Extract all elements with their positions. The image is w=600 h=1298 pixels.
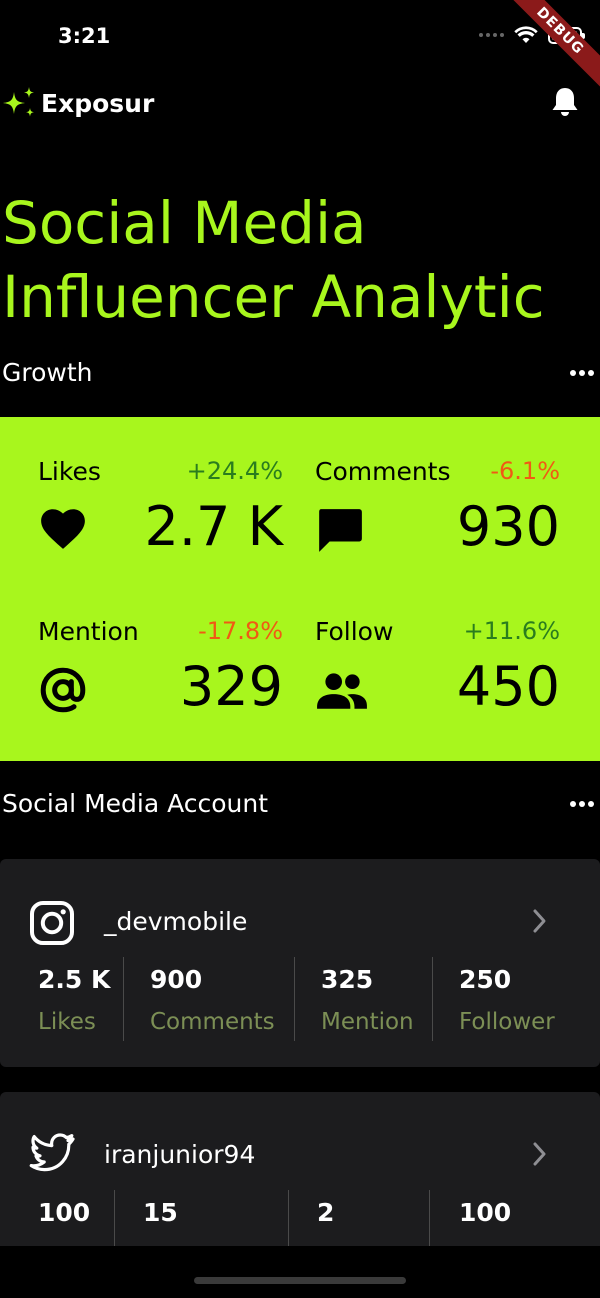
instagram-icon [30,901,74,945]
stat-change: +24.4% [186,457,283,485]
wifi-icon [514,26,538,43]
stat-value: 329 [179,655,283,718]
stat-change: -17.8% [198,617,283,645]
battery-icon [548,26,585,44]
growth-section-header: Growth [0,358,600,392]
sparkle-icon [3,87,34,117]
status-time: 3:21 [58,24,111,48]
metric-label: Comments [150,1009,275,1035]
page-title-line-1: Social Media [2,189,367,257]
stat-change: -6.1% [490,457,560,485]
stat-value: 450 [456,655,560,718]
home-indicator[interactable] [194,1277,406,1284]
accounts-section-header: Social Media Account [0,789,600,823]
stat-value: 930 [456,495,560,558]
metric-value: 900 [150,965,203,994]
stat-label: Follow [315,617,394,646]
account-metrics: 2.5 K Likes 900 Comments 325 Mention 250… [0,957,600,1043]
metric-value: 2 [317,1198,335,1227]
metric-value: 100 [38,1198,91,1227]
metric-label: Mention [321,1009,414,1035]
stat-label: Comments [315,457,451,486]
stat-likes[interactable]: Likes +24.4% 2.7 K [38,457,283,567]
growth-panel: Likes +24.4% 2.7 K Comments -6.1% 930 Me… [0,417,600,761]
app-name: Exposur [41,88,155,118]
people-icon [317,673,367,709]
metric-value: 325 [321,965,374,994]
stat-label: Likes [38,457,101,486]
metric-value: 15 [143,1198,178,1227]
stat-mention[interactable]: Mention -17.8% 329 [38,617,283,727]
stat-change: +11.6% [463,617,560,645]
stat-label: Mention [38,617,139,646]
growth-more-icon[interactable] [570,370,594,376]
metric-value: 100 [459,1198,512,1227]
page-title: Social Media Influencer Analytic [2,186,598,334]
metric-divider [432,957,433,1041]
brand: Exposur [2,86,154,120]
metric-value: 2.5 K [38,965,111,994]
account-card-instagram[interactable]: _devmobile 2.5 K Likes 900 Comments 325 … [0,859,600,1067]
status-bar: 3:21 [0,0,600,76]
growth-title: Growth [2,358,93,387]
chevron-right-icon[interactable] [530,907,550,935]
accounts-more-icon[interactable] [570,801,594,807]
metric-label: Likes [38,1009,96,1035]
metric-label: Follower [459,1009,555,1035]
status-icons [479,26,585,44]
cellular-signal-icon [479,33,504,37]
bottom-safe-area [0,1246,600,1298]
stat-value: 2.7 K [144,495,283,558]
stat-comments[interactable]: Comments -6.1% 930 [315,457,560,567]
at-icon [40,667,86,713]
account-username: iranjunior94 [104,1140,256,1169]
metric-divider [123,957,124,1041]
heart-icon [41,509,85,549]
accounts-title: Social Media Account [2,789,269,818]
comment-icon [319,509,362,552]
twitter-icon [29,1133,75,1172]
account-username: _devmobile [104,907,248,936]
chevron-right-icon[interactable] [530,1140,550,1168]
stat-follow[interactable]: Follow +11.6% 450 [315,617,560,727]
metric-divider [294,957,295,1041]
app-header: Exposur [0,84,600,124]
metric-value: 250 [459,965,512,994]
page-title-line-2: Influencer Analytic [2,263,545,331]
notification-bell-icon[interactable] [550,86,580,118]
